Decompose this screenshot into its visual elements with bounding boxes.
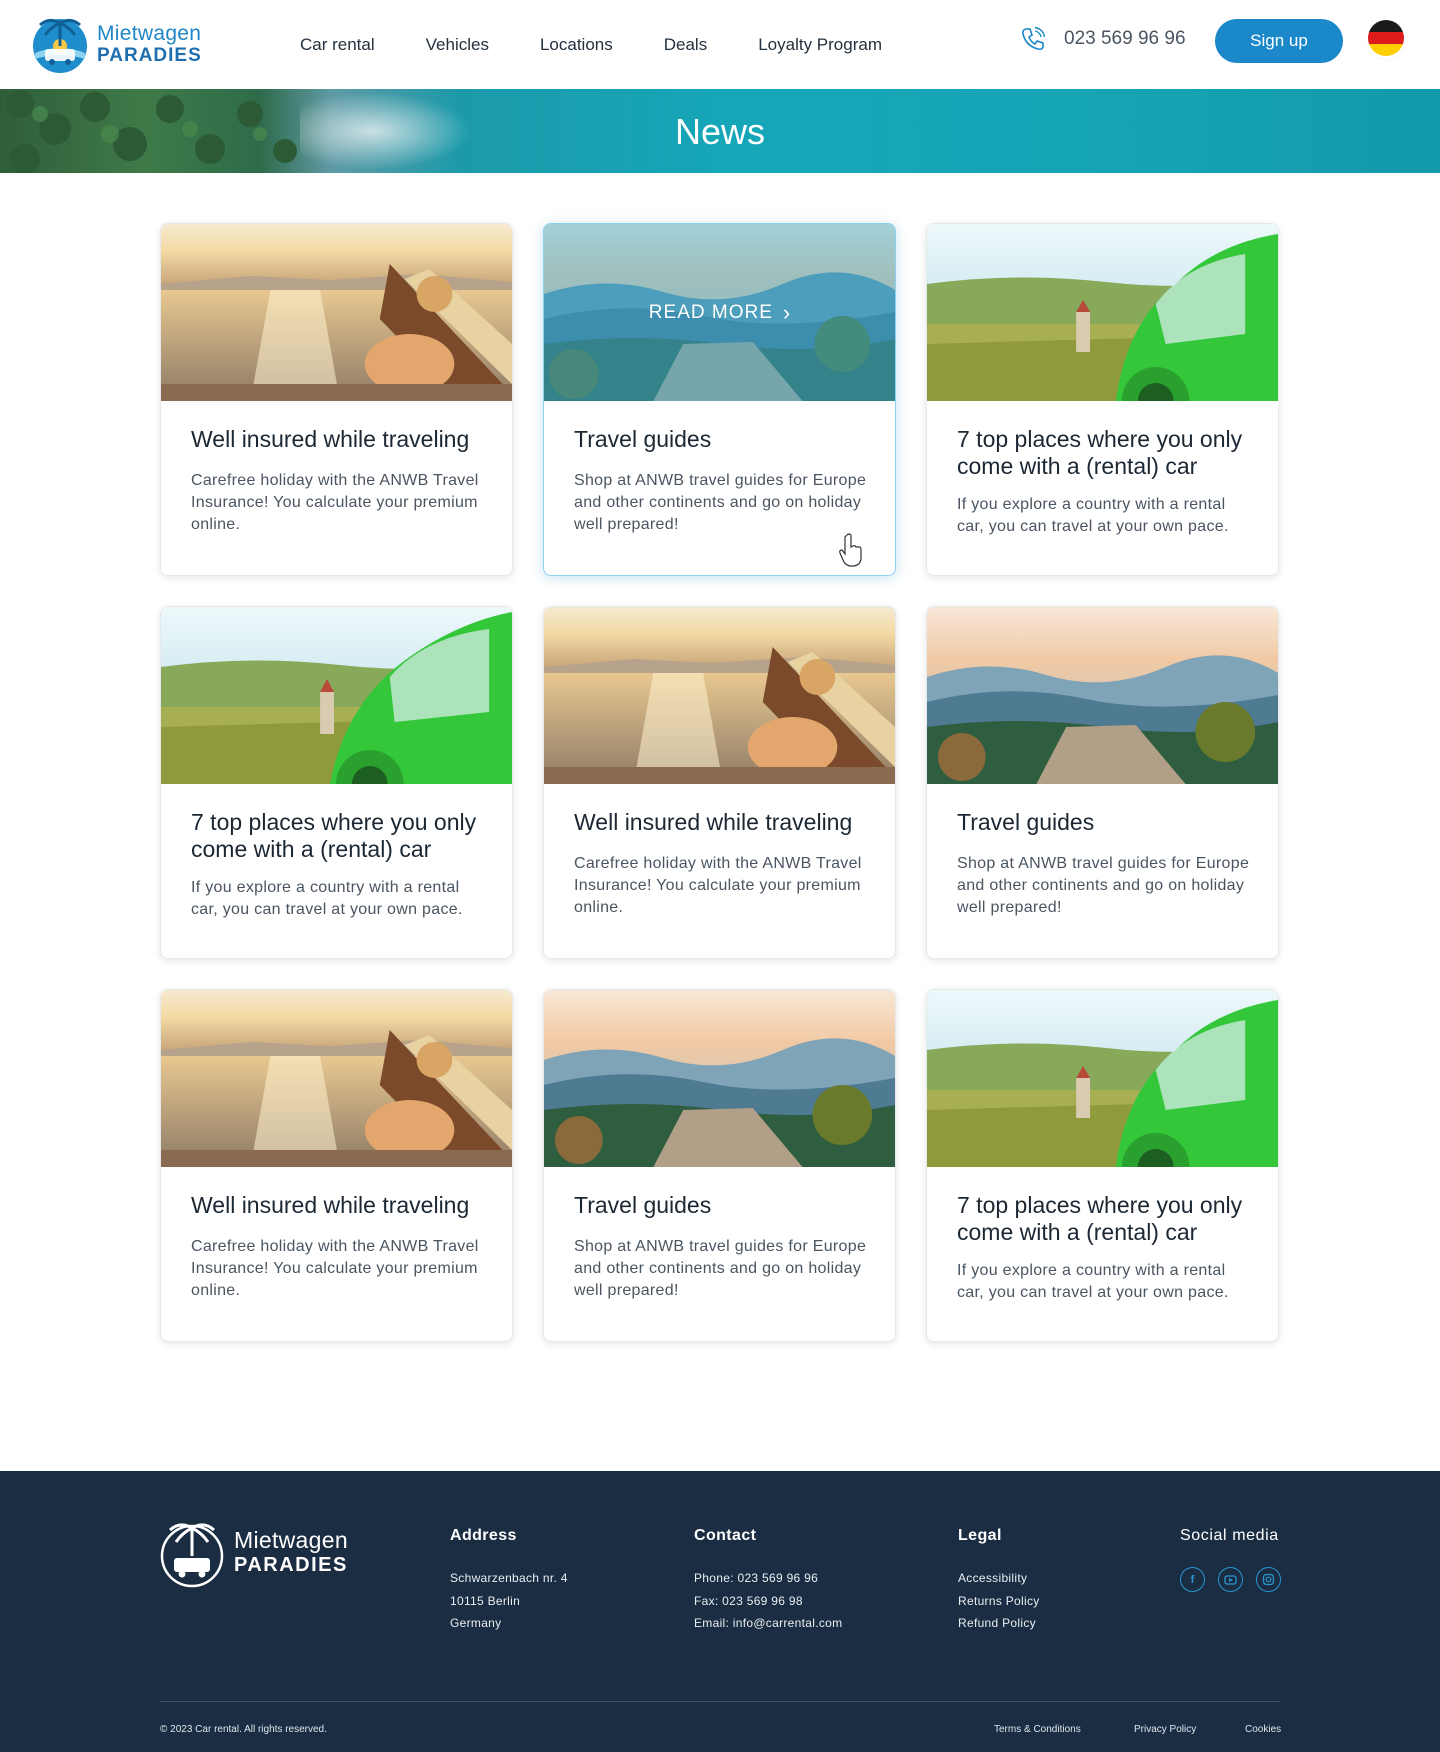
main-nav: Car rental Vehicles Locations Deals Loya… [300,0,933,89]
card-text: Carefree holiday with the ANWB Travel In… [191,1238,479,1299]
legal-link-refund[interactable]: Refund Policy [958,1612,1040,1635]
facebook-icon[interactable]: f [1180,1567,1205,1592]
card-text: Carefree holiday with the ANWB Travel In… [574,855,862,916]
beach-sunset-image [161,224,512,401]
palm-logo-icon [33,18,87,73]
news-card[interactable]: 7 top places where you only come with a … [926,989,1279,1342]
card-text: Shop at ANWB travel guides for Europe an… [957,855,1250,916]
footer-contact-title: Contact [694,1527,757,1544]
address-line: Germany [450,1616,502,1630]
germany-flag-icon[interactable] [1368,20,1404,56]
footer-social-title: Social media [1180,1527,1279,1544]
chevron-right-icon: › [782,299,791,325]
nav-deals[interactable]: Deals [664,35,707,55]
read-more-overlay[interactable]: READ MORE › [544,224,895,401]
hand-pointer-icon [839,533,862,567]
footer-social: Social media f [1180,1527,1281,1592]
card-title[interactable]: Travel guides [957,809,1254,836]
news-hero-banner: News [0,89,1440,173]
mountain-view-image [927,607,1278,784]
palm-logo-icon [160,1523,224,1588]
header-phone[interactable]: 023 569 96 96 [1020,26,1186,52]
site-header: Mietwagen PARADIES Car rental Vehicles L… [0,0,1440,89]
copyright: © 2023 Car rental. All rights reserved. [160,1724,327,1735]
youtube-icon[interactable] [1218,1567,1243,1592]
phone-icon [1022,26,1046,51]
card-title[interactable]: Well insured while traveling [191,1192,488,1219]
footer-brand-line2: PARADIES [234,1554,348,1576]
green-car-image [161,607,512,784]
card-title[interactable]: 7 top places where you only come with a … [957,1192,1254,1246]
card-text: Shop at ANWB travel guides for Europe an… [574,472,867,533]
footer-contact: Contact Phone: 023 569 96 96 Fax: 023 56… [694,1527,842,1635]
green-car-image [927,224,1278,401]
footer-brand-line1: Mietwagen [234,1527,348,1553]
legal-link-accessibility[interactable]: Accessibility [958,1567,1040,1590]
news-card[interactable]: 7 top places where you only come with a … [926,223,1279,576]
green-car-image [927,990,1278,1167]
brand-logo[interactable]: Mietwagen PARADIES [31,12,211,76]
card-title[interactable]: 7 top places where you only come with a … [957,426,1254,480]
footer-legal-title: Legal [958,1527,1002,1544]
card-text: If you explore a country with a rental c… [957,1262,1229,1301]
card-title[interactable]: 7 top places where you only come with a … [191,809,488,863]
news-card[interactable]: Well insured while traveling Carefree ho… [160,989,513,1342]
nav-loyalty-program[interactable]: Loyalty Program [758,35,882,55]
card-text: Shop at ANWB travel guides for Europe an… [574,1238,867,1299]
mountain-view-image [544,990,895,1167]
beach-sunset-image [161,990,512,1167]
news-card-hovered[interactable]: READ MORE › Travel guides Shop at ANWB t… [543,223,896,576]
site-footer: Mietwagen PARADIES Address Schwarzenbach… [0,1471,1440,1752]
card-title[interactable]: Travel guides [574,426,871,453]
card-title[interactable]: Well insured while traveling [191,426,488,453]
phone-number: 023 569 96 96 [1064,28,1186,49]
legal-link-returns[interactable]: Returns Policy [958,1590,1040,1613]
nav-locations[interactable]: Locations [540,35,613,55]
news-card[interactable]: Travel guides Shop at ANWB travel guides… [543,989,896,1342]
contact-phone[interactable]: Phone: 023 569 96 96 [694,1567,842,1590]
card-title[interactable]: Well insured while traveling [574,809,871,836]
card-text: If you explore a country with a rental c… [957,496,1229,535]
news-card[interactable]: Travel guides Shop at ANWB travel guides… [926,606,1279,959]
card-text: If you explore a country with a rental c… [191,879,463,918]
card-text: Carefree holiday with the ANWB Travel In… [191,472,479,533]
nav-car-rental[interactable]: Car rental [300,35,375,55]
footer-address-title: Address [450,1527,517,1544]
instagram-icon[interactable] [1256,1567,1281,1592]
beach-sunset-image [544,607,895,784]
news-card[interactable]: Well insured while traveling Carefree ho… [160,223,513,576]
footer-address: Address Schwarzenbach nr. 4 10115 Berlin… [450,1527,568,1635]
address-line: Schwarzenbach nr. 4 [450,1571,568,1585]
footer-link-cookies[interactable]: Cookies [1245,1724,1281,1735]
card-title[interactable]: Travel guides [574,1192,871,1219]
footer-legal: Legal Accessibility Returns Policy Refun… [958,1527,1040,1635]
contact-fax: Fax: 023 569 96 98 [694,1593,803,1608]
footer-logo[interactable]: Mietwagen PARADIES [160,1518,348,1588]
footer-link-privacy[interactable]: Privacy Policy [1134,1724,1196,1735]
address-line: 10115 Berlin [450,1593,521,1608]
signup-button[interactable]: Sign up [1215,19,1343,63]
footer-divider [160,1701,1280,1702]
news-card[interactable]: Well insured while traveling Carefree ho… [543,606,896,959]
nav-vehicles[interactable]: Vehicles [426,35,489,55]
footer-link-terms[interactable]: Terms & Conditions [994,1724,1081,1735]
contact-email[interactable]: Email: info@carrental.com [694,1612,842,1635]
brand-name-line2: PARADIES [97,45,202,66]
brand-name-line1: Mietwagen [97,22,202,45]
news-card[interactable]: 7 top places where you only come with a … [160,606,513,959]
page-title: News [674,111,766,152]
read-more-label[interactable]: READ MORE [649,302,773,324]
